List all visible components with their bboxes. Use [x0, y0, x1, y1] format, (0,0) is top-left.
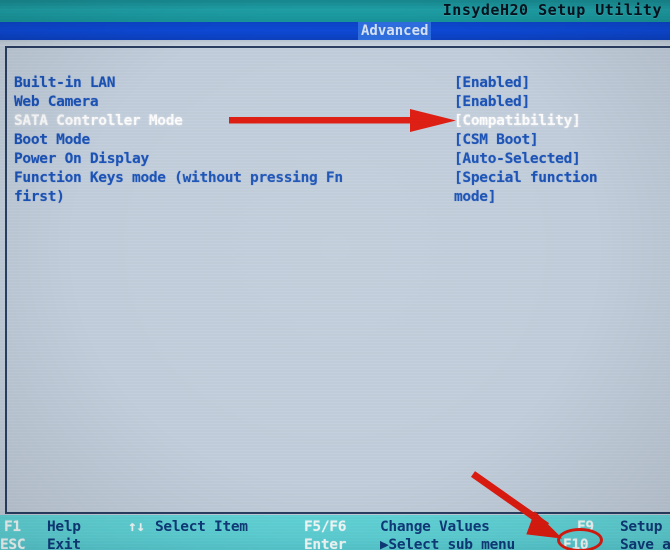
menu-tab-bar: [0, 22, 670, 40]
option-value-function-keys-mode[interactable]: [Special function: [454, 169, 598, 188]
option-label-function-keys-mode[interactable]: Function Keys mode (without pressing Fn: [14, 169, 343, 188]
settings-panel: Built-in LAN [Enabled] Web Camera [Enabl…: [5, 46, 670, 514]
option-label-web-camera[interactable]: Web Camera: [14, 93, 99, 112]
legend-key-f5-f6: F5/F6: [304, 519, 347, 535]
bios-setup-screen: InsydeH20 Setup Utility Advanced Built-i…: [0, 0, 670, 550]
legend-label-help[interactable]: Help: [47, 518, 81, 536]
legend-label-exit[interactable]: Exit: [47, 536, 81, 550]
settings-list: Built-in LAN [Enabled] Web Camera [Enabl…: [7, 48, 670, 512]
option-value-sata-controller-mode[interactable]: [Compatibility]: [454, 112, 581, 131]
option-label-function-keys-mode-line2: first): [14, 189, 65, 205]
legend-label-setup-defaults[interactable]: Setup: [620, 518, 662, 536]
legend-key-f1: F1: [4, 519, 21, 535]
page-title: InsydeH20 Setup Utility: [442, 1, 662, 19]
option-label-power-on-display[interactable]: Power On Display: [14, 150, 149, 169]
legend-label-change-values[interactable]: Change Values: [380, 518, 490, 536]
option-value-function-keys-mode-line2: mode]: [454, 189, 497, 205]
legend-label-select-sub-menu[interactable]: ▶Select sub menu: [380, 536, 515, 550]
legend-key-f9: F9: [577, 519, 594, 535]
option-label-boot-mode[interactable]: Boot Mode: [14, 131, 90, 150]
legend-label-save-and-exit[interactable]: Save a: [620, 536, 670, 550]
legend-key-enter: Enter: [304, 537, 347, 550]
option-value-web-camera[interactable]: [Enabled]: [454, 93, 530, 112]
arrow-updown-icon: ↑↓: [128, 519, 145, 535]
option-value-built-in-lan[interactable]: [Enabled]: [454, 74, 530, 93]
legend-label-select-item[interactable]: Select Item: [155, 518, 248, 536]
option-label-sata-controller-mode[interactable]: SATA Controller Mode: [14, 112, 183, 131]
legend-key-esc: ESC: [0, 537, 26, 550]
key-legend-bar: F1 Help ESC Exit ↑↓ Select Item F5/F6 Ch…: [0, 515, 670, 550]
option-value-boot-mode[interactable]: [CSM Boot]: [454, 131, 539, 150]
tab-advanced[interactable]: Advanced: [358, 22, 432, 40]
option-value-power-on-display[interactable]: [Auto-Selected]: [454, 150, 581, 169]
option-label-built-in-lan[interactable]: Built-in LAN: [14, 74, 115, 93]
legend-key-f10: F10: [563, 537, 589, 550]
